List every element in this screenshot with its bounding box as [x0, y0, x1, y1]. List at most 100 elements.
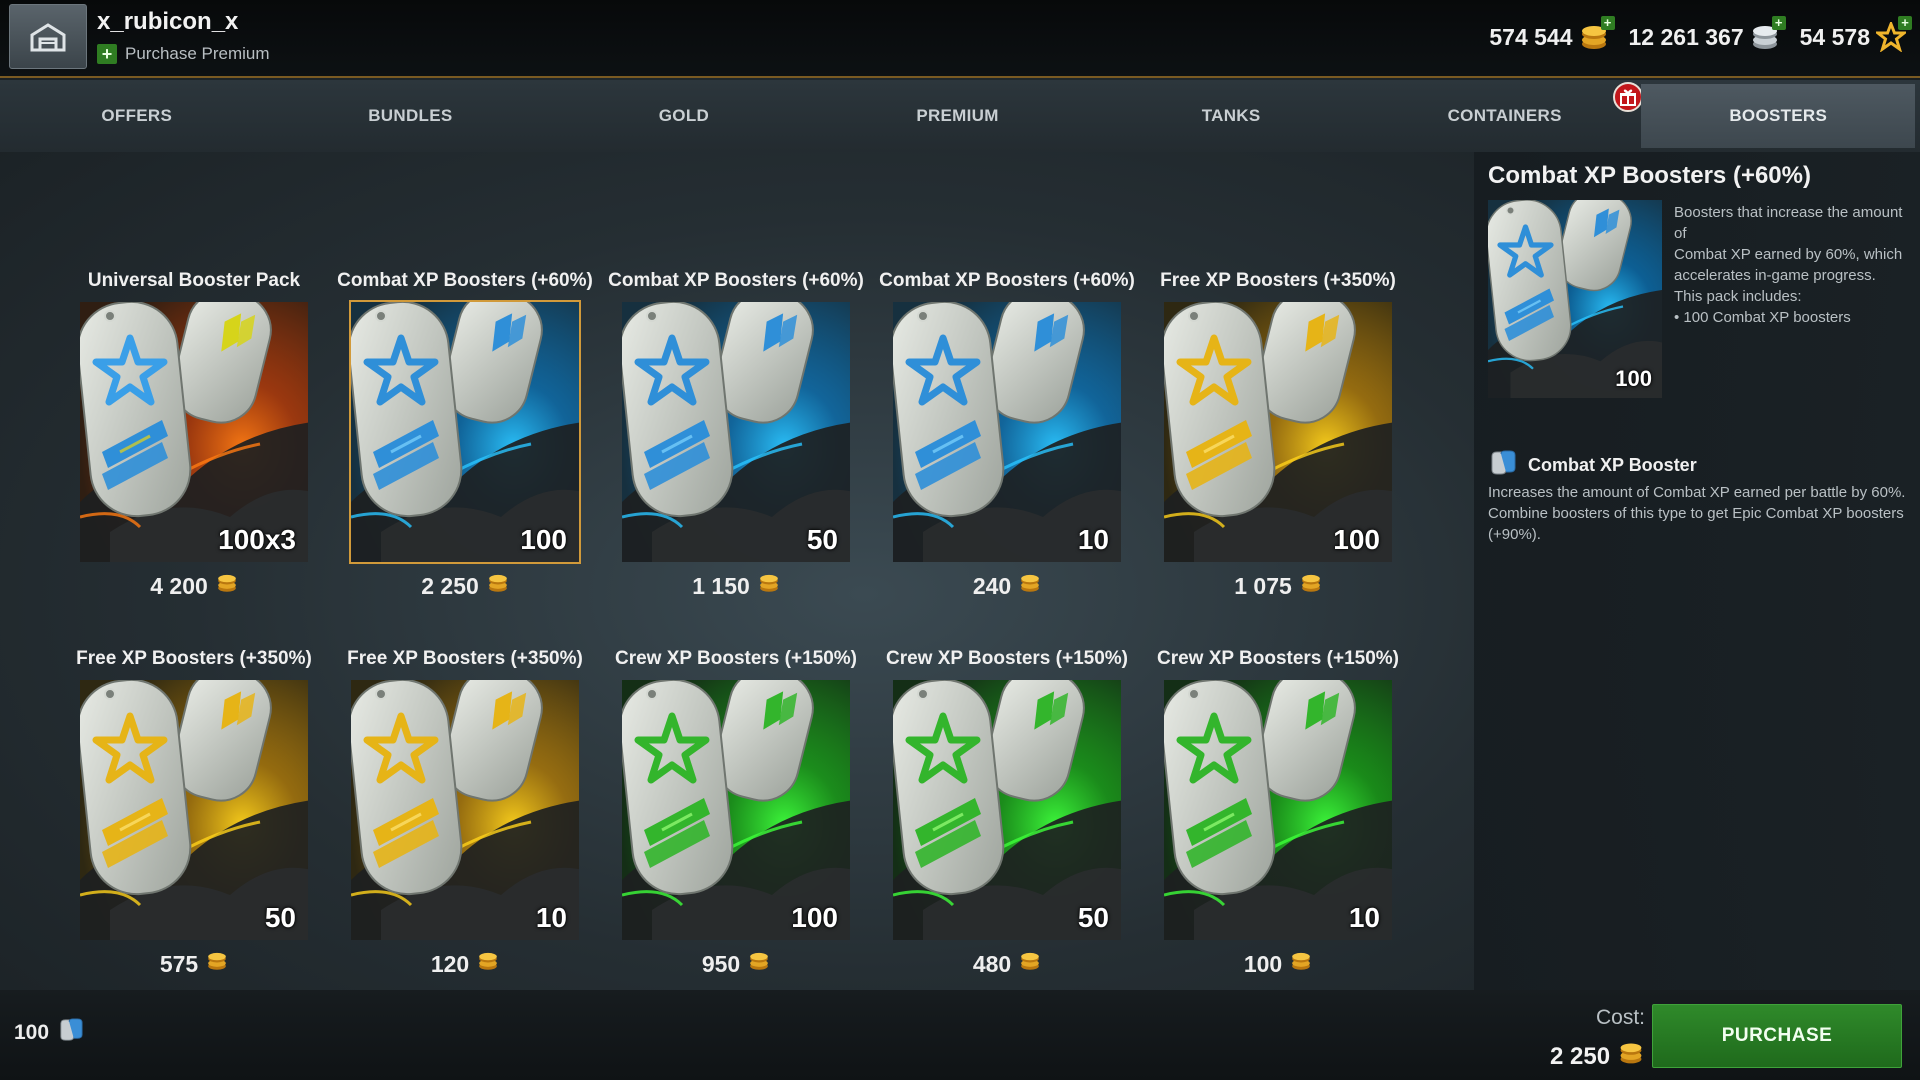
gold-coins-icon	[487, 572, 509, 600]
booster-card-title: Combat XP Boosters (+60%)	[608, 270, 864, 291]
booster-card[interactable]: Crew XP Boosters (+150%)	[1157, 648, 1399, 978]
details-image: 100	[1488, 200, 1662, 398]
booster-card[interactable]: Crew XP Boosters (+150%)	[615, 648, 857, 978]
booster-desc-line: (+90%).	[1488, 526, 1541, 543]
booster-card[interactable]: Combat XP Boosters (+60%)	[337, 270, 593, 600]
booster-token-icon	[57, 1018, 85, 1048]
hangar-icon	[30, 22, 66, 51]
gold-coins-icon	[1300, 572, 1322, 600]
booster-card-image[interactable]: 10	[891, 300, 1123, 564]
hangar-home-button[interactable]	[9, 4, 87, 69]
gold-coins-icon	[1019, 950, 1041, 978]
username: x_rubicon_x	[97, 8, 239, 35]
booster-card-image[interactable]: 10	[349, 678, 581, 942]
top-bar: x_rubicon_x + Purchase Premium 574 544 +…	[0, 0, 1920, 78]
booster-card-image[interactable]: 50	[78, 678, 310, 942]
booster-card-title: Universal Booster Pack	[87, 270, 301, 291]
booster-card-price: 1 075	[1234, 572, 1322, 600]
booster-card-image[interactable]: 100	[1162, 300, 1394, 564]
booster-card-price: 240	[973, 572, 1041, 600]
booster-card-title: Crew XP Boosters (+150%)	[615, 648, 857, 669]
details-title: Combat XP Boosters (+60%)	[1488, 162, 1811, 189]
booster-card[interactable]: Combat XP Boosters (+60%)	[608, 270, 864, 600]
booster-card-image[interactable]: 50	[620, 300, 852, 564]
booster-card[interactable]: Crew XP Boosters (+150%)	[886, 648, 1128, 978]
booster-card-title: Combat XP Boosters (+60%)	[337, 270, 593, 291]
booster-card-price: 4 200	[150, 572, 238, 600]
free-xp-balance[interactable]: 54 578 +	[1800, 16, 1912, 53]
tab-offers[interactable]: OFFERS	[0, 80, 274, 152]
booster-card-qty: 100	[520, 524, 567, 555]
booster-card[interactable]: Free XP Boosters (+350%)	[1160, 270, 1396, 600]
booster-card-price-value: 2 250	[421, 572, 479, 599]
booster-card-qty: 50	[806, 524, 838, 555]
details-desc-line: Boosters that increase the amount of	[1674, 204, 1903, 242]
booster-card-qty: 100	[1333, 524, 1380, 555]
tab-boosters[interactable]: BOOSTERS	[1641, 84, 1916, 148]
booster-card-price: 2 250	[421, 572, 509, 600]
add-credits-icon[interactable]: +	[1771, 16, 1786, 30]
gold-coins-icon	[1019, 572, 1041, 600]
booster-card-image[interactable]: 100x3	[78, 300, 310, 564]
add-free-xp-icon[interactable]: +	[1898, 16, 1912, 30]
credits-balance-value: 12 261 367	[1628, 23, 1744, 50]
booster-card-qty: 10	[1348, 902, 1380, 933]
booster-card-price: 480	[973, 950, 1041, 978]
booster-card-price-value: 950	[701, 950, 741, 977]
booster-card[interactable]: Combat XP Boosters (+60%)	[879, 270, 1135, 600]
gold-balance-value: 574 544	[1489, 23, 1573, 50]
gold-coins-icon	[748, 950, 770, 978]
booster-card-price-value: 240	[972, 572, 1012, 599]
booster-card-price: 575	[160, 950, 228, 978]
booster-card-image[interactable]: 100	[349, 300, 581, 564]
owned-count: 100	[14, 1021, 50, 1044]
booster-card-title: Combat XP Boosters (+60%)	[879, 270, 1135, 291]
booster-card[interactable]: Free XP Boosters (+350%)	[347, 648, 583, 978]
booster-card-price: 100	[1244, 950, 1312, 978]
booster-card-qty: 50	[1077, 902, 1109, 933]
booster-card[interactable]: Universal Booster Pack 100x3 4 200	[78, 270, 310, 600]
details-description: Boosters that increase the amount of Com…	[1674, 202, 1916, 328]
tab-gold[interactable]: GOLD	[547, 80, 821, 152]
purchase-premium-link[interactable]: + Purchase Premium	[97, 44, 270, 64]
booster-card-price: 950	[702, 950, 770, 978]
details-qty: 100	[1615, 366, 1652, 391]
tab-containers[interactable]: CONTAINERS	[1368, 80, 1644, 152]
tab-bundles[interactable]: BUNDLES	[274, 80, 548, 152]
gold-balance[interactable]: 574 544 +	[1489, 16, 1615, 52]
booster-card-image[interactable]: 10	[1162, 678, 1394, 942]
purchase-button[interactable]: PURCHASE	[1652, 1004, 1902, 1068]
tab-premium[interactable]: PREMIUM	[821, 80, 1095, 152]
cost-amount: 2 250	[1550, 1042, 1611, 1070]
tab-tanks[interactable]: TANKS	[1094, 80, 1368, 152]
gold-coins-icon: +	[1579, 16, 1615, 52]
booster-card-price-value: 575	[159, 950, 199, 977]
booster-card-title: Free XP Boosters (+350%)	[1160, 270, 1396, 291]
star-xp-icon: +	[1873, 16, 1912, 53]
details-desc-line: This pack includes:	[1674, 288, 1802, 305]
booster-card-qty: 50	[264, 902, 296, 933]
booster-desc-line: Increases the amount of Combat XP earned…	[1488, 484, 1906, 501]
plus-icon: +	[97, 44, 117, 64]
silver-credits-icon: +	[1750, 16, 1786, 52]
credits-balance[interactable]: 12 261 367 +	[1628, 16, 1786, 52]
booster-card-title: Crew XP Boosters (+150%)	[886, 648, 1128, 669]
owned-boosters: 100	[14, 1018, 85, 1048]
gold-coins-icon	[1290, 950, 1312, 978]
details-desc-line: • 100 Combat XP boosters	[1674, 309, 1851, 326]
booster-card-qty: 10	[535, 902, 567, 933]
tab-containers-label: CONTAINERS	[1447, 106, 1562, 125]
booster-grid: Universal Booster Pack 100x3 4 200 Comba…	[76, 270, 1399, 978]
booster-card-qty: 100x3	[218, 524, 296, 555]
booster-item-title: Combat XP Booster	[1528, 455, 1697, 475]
add-gold-icon[interactable]: +	[1600, 16, 1615, 30]
booster-card-price-value: 480	[972, 950, 1012, 977]
gift-icon	[1613, 82, 1644, 112]
shop-nav: OFFERS BUNDLES GOLD PREMIUM TANKS CONTAI…	[0, 80, 1920, 152]
booster-item-description: Increases the amount of Combat XP earned…	[1488, 482, 1908, 545]
booster-card[interactable]: Free XP Boosters (+350%)	[76, 648, 312, 978]
gold-coins-icon	[216, 572, 238, 600]
booster-card-image[interactable]: 100	[620, 678, 852, 942]
booster-card-image[interactable]: 50	[891, 678, 1123, 942]
booster-card-price-value: 1 150	[692, 572, 750, 599]
